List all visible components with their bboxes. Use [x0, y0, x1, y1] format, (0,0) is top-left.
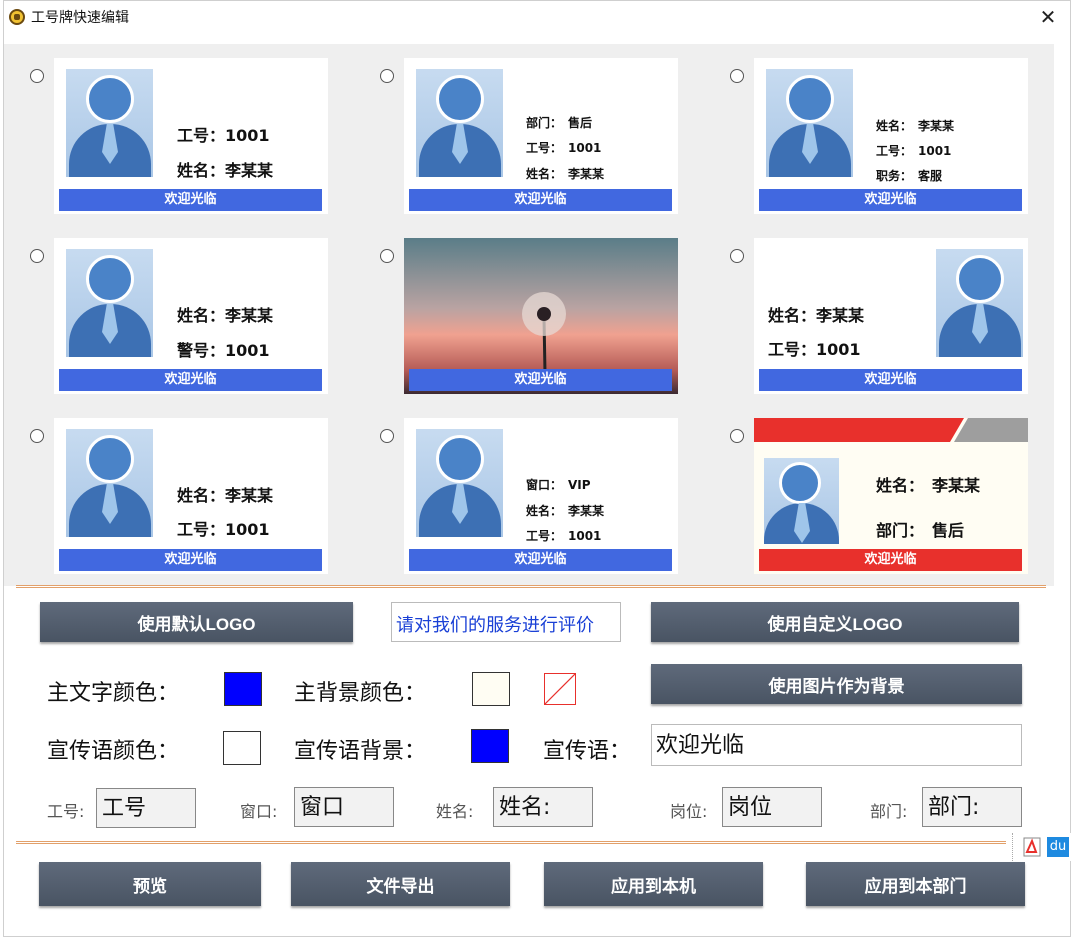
template-card-5[interactable]: 欢迎光临: [404, 238, 678, 394]
avatar: [416, 69, 503, 177]
preview-button[interactable]: 预览: [39, 862, 261, 906]
card-line: 姓名：李某某: [177, 486, 274, 505]
template-gallery: 工号：1001 姓名：李某某 欢迎光临 部门： 售后 工号： 1001 姓名： …: [4, 44, 1054, 586]
slogan-bg-swatch[interactable]: [471, 729, 509, 763]
editor-window: 工号牌快速编辑 ✕ 工号：1001 姓名：李某某 欢迎光临 部门： 售后 工号：…: [3, 0, 1071, 937]
template-radio-2[interactable]: [380, 69, 394, 83]
card-line: 工号：1001: [768, 340, 861, 359]
template-card-8[interactable]: 窗口： VIP 姓名： 李某某 工号： 1001 欢迎光临: [404, 418, 678, 574]
field-window-input[interactable]: 窗口: [294, 787, 394, 827]
card-line: 窗口： VIP: [526, 478, 591, 492]
slogan-band: 欢迎光临: [409, 369, 672, 391]
main-text-color-swatch[interactable]: [224, 672, 262, 706]
template-radio-6[interactable]: [730, 249, 744, 263]
field-post-input[interactable]: 岗位: [722, 787, 822, 827]
slogan-bg-label: 宣传语背景：: [294, 739, 427, 764]
apply-local-button[interactable]: 应用到本机: [544, 862, 763, 906]
main-bg-color-label: 主背景颜色：: [294, 681, 427, 706]
template-card-1[interactable]: 工号：1001 姓名：李某某 欢迎光临: [54, 58, 328, 214]
baidu-icon[interactable]: du: [1047, 837, 1069, 857]
template-radio-3[interactable]: [730, 69, 744, 83]
card-line: 姓名： 李某某: [526, 504, 605, 518]
slogan-color-label: 宣传语颜色：: [47, 739, 180, 764]
avatar: [764, 458, 839, 544]
template-radio-9[interactable]: [730, 429, 744, 443]
template-radio-1[interactable]: [30, 69, 44, 83]
card-line: 工号： 1001: [876, 144, 952, 158]
card-line: 姓名：李某某: [768, 306, 865, 325]
avatar: [66, 69, 153, 177]
template-card-6[interactable]: 姓名：李某某 工号：1001 欢迎光临: [754, 238, 1028, 394]
template-card-4[interactable]: 姓名：李某某 警号：1001 欢迎光临: [54, 238, 328, 394]
card-line: 姓名：李某某: [177, 161, 274, 180]
rate-service-box[interactable]: 请对我们的服务进行评价: [391, 602, 621, 642]
default-logo-button[interactable]: 使用默认LOGO: [40, 602, 353, 642]
card-line: 职务： 客服: [876, 169, 943, 183]
slogan-label: 宣传语：: [543, 739, 632, 764]
template-radio-4[interactable]: [30, 249, 44, 263]
card-line: 姓名： 李某某: [876, 119, 955, 133]
card-line: 部门： 售后: [876, 521, 965, 540]
floating-toolbar: du: [1012, 833, 1072, 861]
export-button[interactable]: 文件导出: [291, 862, 510, 906]
template-radio-7[interactable]: [30, 429, 44, 443]
template-card-7[interactable]: 姓名：李某某 工号：1001 欢迎光临: [54, 418, 328, 574]
avatar: [936, 249, 1023, 357]
slogan-band: 欢迎光临: [59, 189, 322, 211]
clear-color-icon[interactable]: [544, 673, 576, 705]
slogan-band: 欢迎光临: [409, 549, 672, 571]
avatar: [416, 429, 503, 537]
divider: [16, 585, 1046, 588]
window-title: 工号牌快速编辑: [31, 10, 129, 26]
slogan-band: 欢迎光临: [759, 369, 1022, 391]
slogan-band: 欢迎光临: [59, 369, 322, 391]
template-card-9[interactable]: 姓名： 李某某 部门： 售后 欢迎光临: [754, 418, 1028, 574]
close-button[interactable]: ✕: [1034, 3, 1062, 31]
card-line: 警号：1001: [177, 341, 270, 360]
slogan-color-swatch[interactable]: [223, 731, 261, 765]
avatar: [766, 69, 853, 177]
divider: [16, 841, 1006, 844]
field-label-dept: 部门:: [870, 802, 908, 821]
card-line: 工号：1001: [177, 520, 270, 539]
template-card-2[interactable]: 部门： 售后 工号： 1001 姓名： 李某某 欢迎光临: [404, 58, 678, 214]
card-line: 工号： 1001: [526, 141, 602, 155]
custom-logo-button[interactable]: 使用自定义LOGO: [651, 602, 1019, 642]
avatar: [66, 249, 153, 357]
title-bar: 工号牌快速编辑 ✕: [4, 1, 1070, 33]
avatar: [66, 429, 153, 537]
field-label-post: 岗位:: [670, 802, 708, 821]
red-header-stripe: [754, 418, 1028, 442]
slogan-band: 欢迎光临: [409, 189, 672, 211]
app-icon: [9, 9, 25, 25]
card-line: 姓名：李某某: [177, 306, 274, 325]
field-label-id: 工号:: [47, 802, 85, 821]
template-radio-8[interactable]: [380, 429, 394, 443]
apply-dept-button[interactable]: 应用到本部门: [806, 862, 1025, 906]
template-radio-5[interactable]: [380, 249, 394, 263]
image-background-button[interactable]: 使用图片作为背景: [651, 664, 1022, 704]
card-line: 部门： 售后: [526, 116, 593, 130]
slogan-band: 欢迎光临: [59, 549, 322, 571]
card-line: 工号： 1001: [526, 529, 602, 543]
field-id-input[interactable]: 工号: [96, 788, 196, 828]
field-label-window: 窗口:: [240, 802, 278, 821]
field-dept-input[interactable]: 部门:: [922, 787, 1022, 827]
slogan-band: 欢迎光临: [759, 189, 1022, 211]
pdf-icon[interactable]: [1023, 837, 1041, 857]
card-line: 姓名： 李某某: [526, 167, 605, 181]
template-card-3[interactable]: 姓名： 李某某 工号： 1001 职务： 客服 欢迎光临: [754, 58, 1028, 214]
card-line: 姓名： 李某某: [876, 476, 981, 495]
main-bg-color-swatch[interactable]: [472, 672, 510, 706]
field-name-input[interactable]: 姓名:: [493, 787, 593, 827]
field-label-name: 姓名:: [436, 802, 474, 821]
card-line: 工号：1001: [177, 126, 270, 145]
slogan-input[interactable]: 欢迎光临: [651, 724, 1022, 766]
main-text-color-label: 主文字颜色：: [47, 681, 180, 706]
slogan-band: 欢迎光临: [759, 549, 1022, 571]
